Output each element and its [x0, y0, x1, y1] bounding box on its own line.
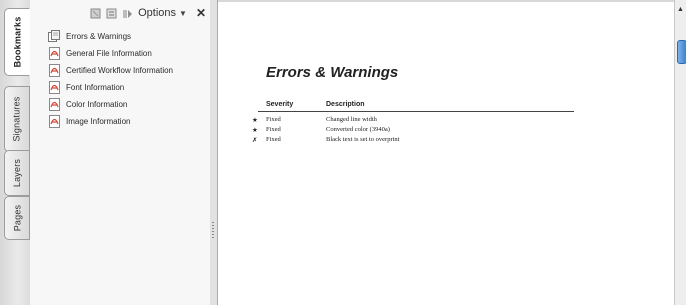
close-icon[interactable]: ✕ [196, 6, 206, 20]
bookmark-pdf-icon [49, 64, 60, 77]
bookmarks-panel: Options ▼ ✕ Errors & Warnings General Fi… [30, 0, 211, 305]
scrollbar-thumb[interactable] [677, 40, 686, 64]
description-cell: Changed line width [326, 116, 377, 123]
bookmark-list: Errors & Warnings General File Informati… [48, 28, 173, 130]
bookmark-label: Certified Workflow Information [66, 66, 173, 75]
bookmark-label: Errors & Warnings [66, 32, 132, 41]
delete-bookmark-icon[interactable] [90, 8, 101, 19]
options-menu-button[interactable]: Options ▼ [138, 7, 187, 19]
bookmark-item-general-file-information[interactable]: General File Information [48, 45, 173, 62]
description-header: Description [326, 101, 365, 108]
severity-cell: Fixed [266, 116, 281, 123]
bookmark-pdf-icon [49, 81, 60, 94]
document-title: Errors & Warnings [266, 64, 399, 81]
tab-signatures-label: Signatures [12, 96, 22, 142]
tab-layers[interactable]: Layers [4, 150, 30, 196]
description-cell: Black text is set to overprint [326, 136, 400, 143]
tab-bookmarks-label: Bookmarks [12, 16, 23, 68]
new-bookmark-icon[interactable] [106, 8, 117, 19]
panel-tab-strip: Bookmarks Signatures Layers Pages [0, 0, 31, 305]
tab-layers-label: Layers [12, 158, 22, 188]
tab-signatures[interactable]: Signatures [4, 86, 30, 152]
bookmark-item-errors-warnings[interactable]: Errors & Warnings [48, 28, 173, 45]
splitter-grip-icon[interactable] [212, 222, 214, 240]
star-icon: ★ [252, 117, 258, 124]
vertical-scrollbar[interactable]: ▲ [674, 0, 686, 305]
bookmark-item-color-information[interactable]: Color Information [48, 96, 173, 113]
header-rule [258, 111, 574, 112]
bookmark-item-certified-workflow-information[interactable]: Certified Workflow Information [48, 62, 173, 79]
options-label: Options [138, 7, 177, 19]
chevron-down-icon: ▼ [179, 8, 187, 18]
severity-cell: Fixed [266, 136, 281, 143]
severity-header: Severity [266, 101, 294, 108]
bookmark-pdf-icon [49, 115, 60, 128]
severity-cell: Fixed [266, 126, 281, 133]
cross-icon: ✗ [252, 137, 258, 144]
tab-bookmarks[interactable]: Bookmarks [4, 8, 30, 76]
bookmark-label: Font Information [66, 83, 125, 92]
bookmark-pdf-icon [49, 98, 60, 111]
scroll-up-arrow-icon[interactable]: ▲ [677, 6, 684, 13]
document-page: Errors & Warnings Severity Description ★… [218, 0, 674, 305]
bookmark-label: Color Information [66, 100, 128, 109]
bookmark-item-image-information[interactable]: Image Information [48, 113, 173, 130]
panel-splitter[interactable] [210, 0, 218, 305]
bookmark-item-font-information[interactable]: Font Information [48, 79, 173, 96]
panel-header: Options ▼ ✕ [30, 0, 210, 26]
tab-pages-label: Pages [12, 204, 22, 232]
expand-bookmark-icon[interactable] [122, 8, 133, 19]
star-icon: ★ [252, 127, 258, 134]
bookmark-label: General File Information [66, 49, 152, 58]
bookmark-pdf-icon [49, 47, 60, 60]
description-cell: Converted color (3940a) [326, 126, 390, 133]
tab-pages[interactable]: Pages [4, 196, 30, 240]
bookmark-pages-icon [48, 30, 60, 42]
bookmark-label: Image Information [66, 117, 131, 126]
page-edge [218, 0, 674, 2]
